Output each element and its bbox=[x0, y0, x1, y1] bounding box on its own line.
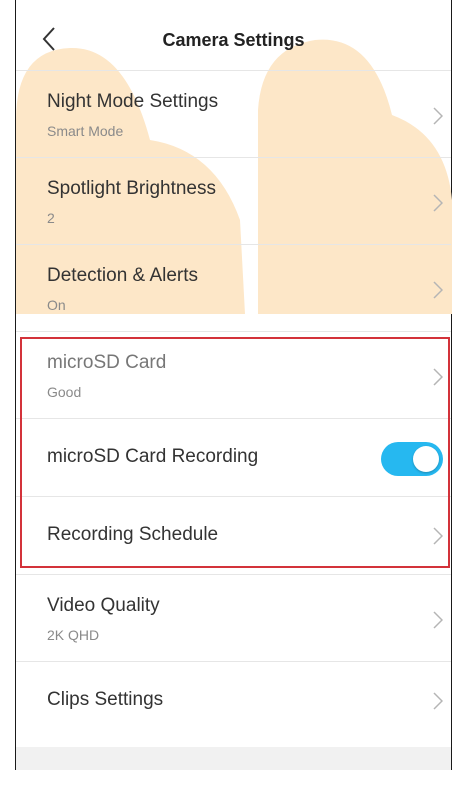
microsd-card-recording-row: microSD Card Recording bbox=[16, 418, 451, 496]
row-title: Night Mode Settings bbox=[47, 91, 219, 112]
page-title: Camera Settings bbox=[162, 30, 305, 50]
row-value: On bbox=[47, 297, 66, 313]
detection-alerts-row[interactable]: Detection & Alerts On bbox=[16, 244, 451, 331]
chevron-right-icon bbox=[433, 611, 443, 629]
row-value: Smart Mode bbox=[47, 123, 124, 139]
frame-border-right bbox=[451, 0, 452, 770]
toggle-knob bbox=[413, 446, 439, 472]
microsd-recording-toggle[interactable] bbox=[381, 442, 443, 476]
night-mode-settings-row[interactable]: Night Mode Settings Smart Mode bbox=[16, 70, 451, 157]
row-title: Recording Schedule bbox=[47, 524, 219, 545]
chevron-right-icon bbox=[433, 692, 443, 710]
top-bar: Camera Settings bbox=[16, 14, 451, 70]
chevron-right-icon bbox=[433, 281, 443, 299]
row-title: microSD Card Recording bbox=[47, 446, 259, 467]
video-quality-row[interactable]: Video Quality 2K QHD bbox=[16, 574, 451, 661]
row-title: Video Quality bbox=[47, 595, 160, 616]
microsd-card-row[interactable]: microSD Card Good bbox=[16, 331, 451, 418]
row-value: 2K QHD bbox=[47, 627, 100, 643]
chevron-right-icon bbox=[433, 527, 443, 545]
row-value: 2 bbox=[47, 210, 55, 226]
row-title: Detection & Alerts bbox=[47, 265, 199, 286]
clips-settings-row[interactable]: Clips Settings bbox=[16, 661, 451, 739]
list-footer bbox=[16, 747, 451, 770]
recording-schedule-row[interactable]: Recording Schedule bbox=[16, 496, 451, 574]
chevron-right-icon bbox=[433, 194, 443, 212]
row-title: Clips Settings bbox=[47, 689, 164, 710]
settings-list: Night Mode Settings Smart Mode Spotlight… bbox=[16, 70, 451, 739]
row-title: microSD Card bbox=[47, 352, 167, 373]
row-value: Good bbox=[47, 384, 82, 400]
spotlight-brightness-row[interactable]: Spotlight Brightness 2 bbox=[16, 157, 451, 244]
chevron-right-icon bbox=[433, 368, 443, 386]
row-title: Spotlight Brightness bbox=[47, 178, 216, 199]
chevron-right-icon bbox=[433, 107, 443, 125]
